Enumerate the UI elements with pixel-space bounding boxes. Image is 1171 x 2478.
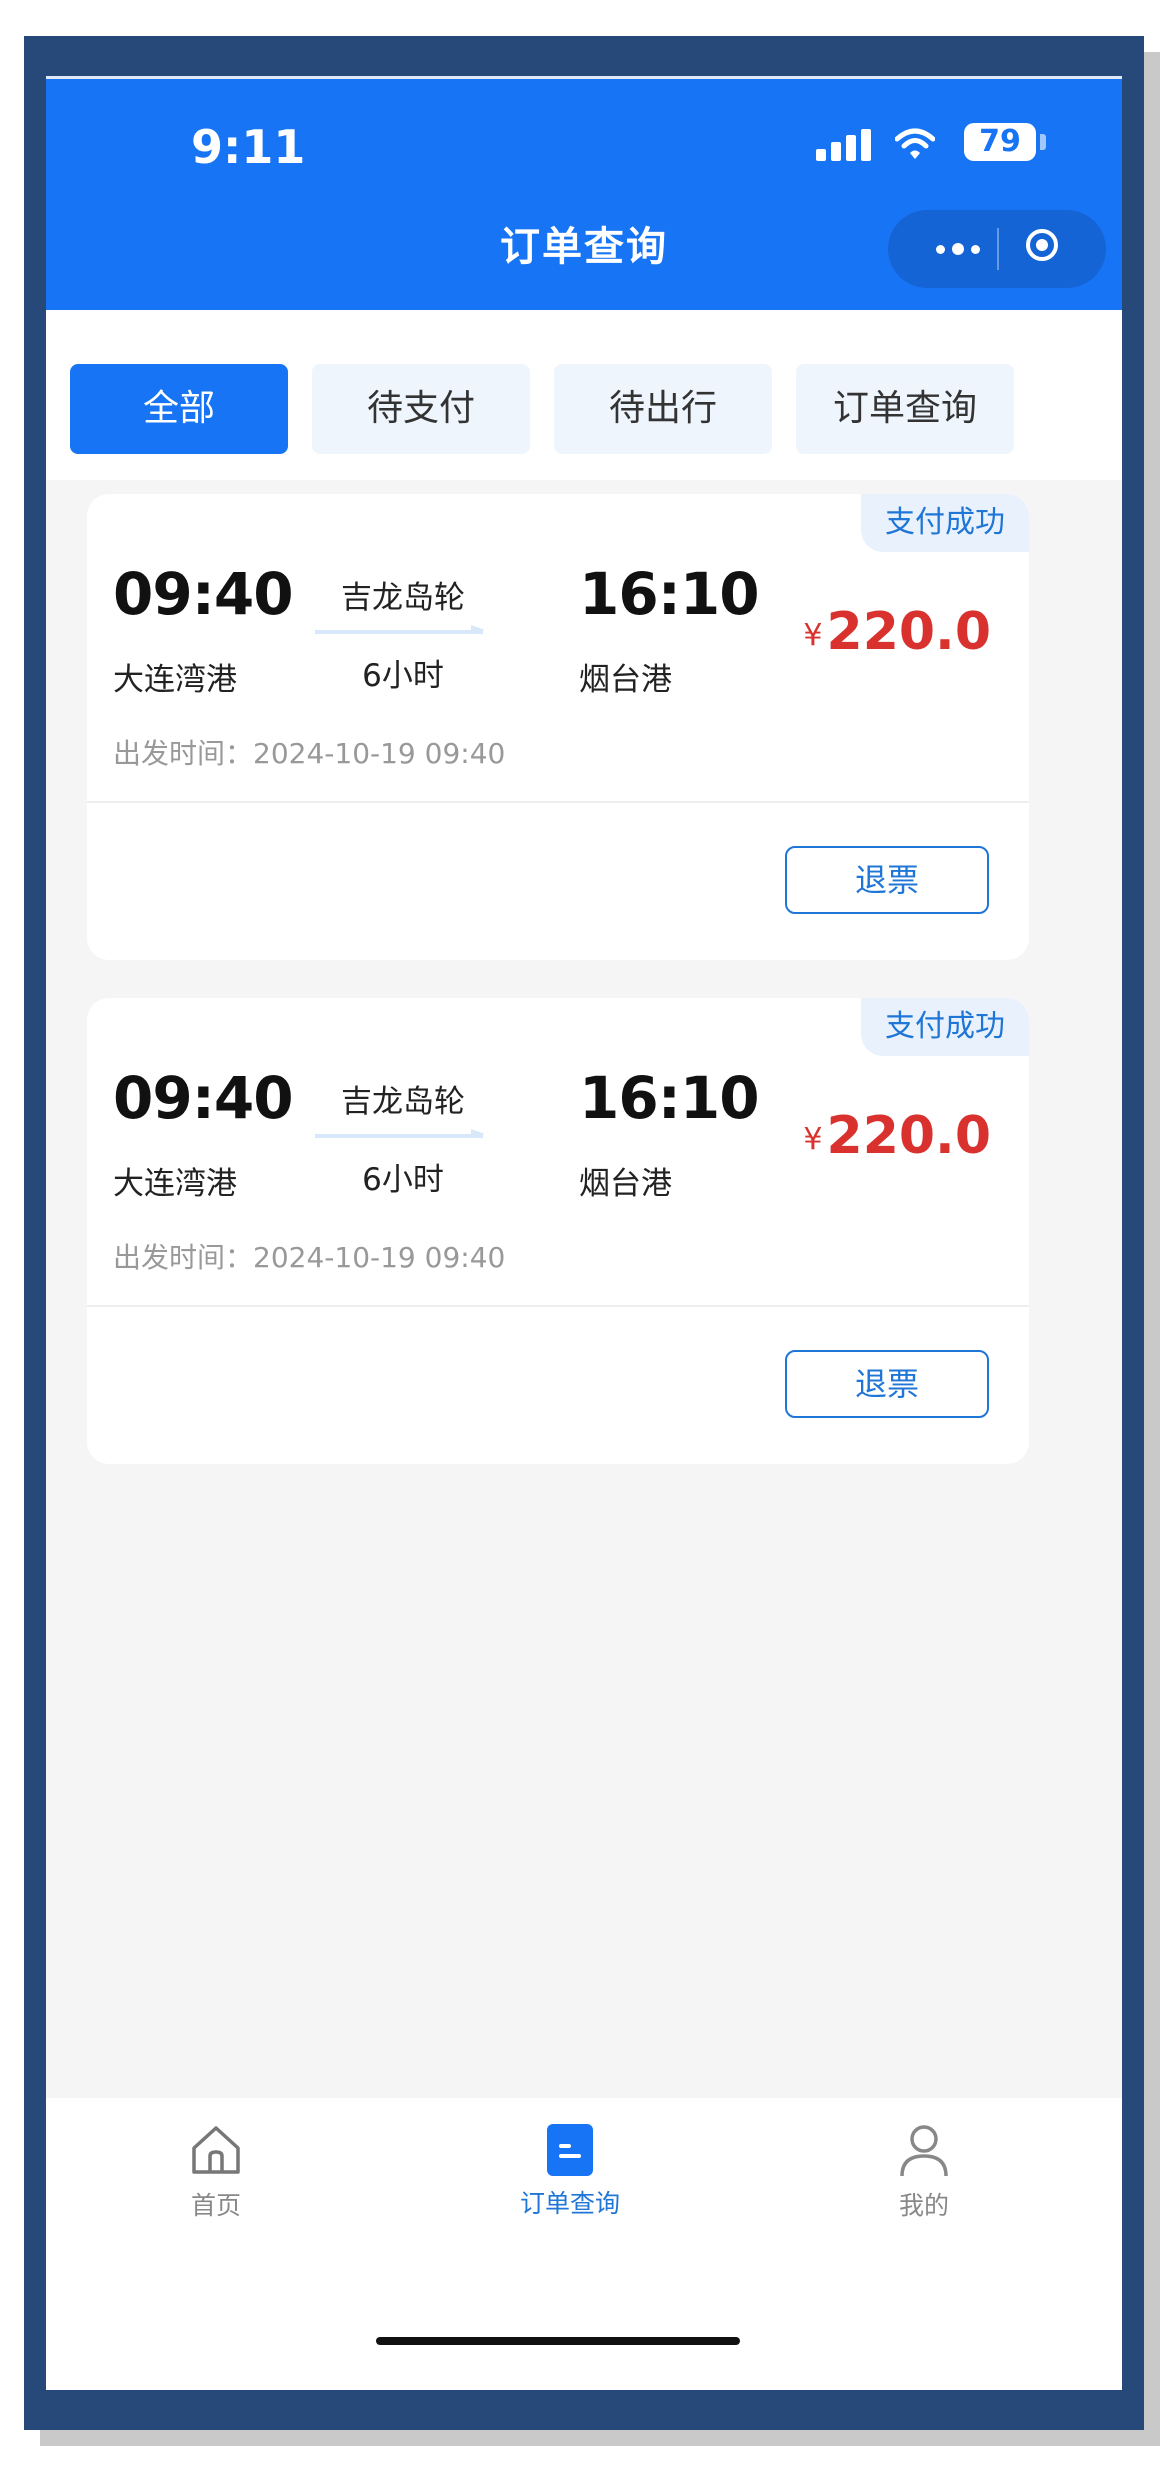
close-miniprogram-icon[interactable] (1026, 229, 1058, 261)
tab-pending-payment[interactable]: 待支付 (312, 364, 530, 454)
depart-datetime-row: 出发时间：2024-10-19 09:40 (113, 1236, 505, 1276)
signal-icon (816, 129, 872, 161)
depart-datetime: 2024-10-19 09:40 (253, 737, 506, 770)
tab-all[interactable]: 全部 (70, 364, 288, 454)
tab-order-search[interactable]: 订单查询 (796, 364, 1014, 454)
arrive-time: 16:10 (579, 560, 760, 628)
top-edge (46, 76, 1122, 79)
arrive-port: 烟台港 (579, 662, 672, 698)
order-price: ¥220.0 (803, 1106, 991, 1166)
order-price: ¥220.0 (803, 602, 991, 662)
card-divider (87, 1305, 1029, 1307)
ship-name: 吉龙岛轮 (341, 1084, 465, 1120)
order-card[interactable]: 支付成功 09:40 大连湾港 吉龙岛轮 6小时 16:10 烟台港 ¥220.… (87, 998, 1029, 1464)
currency-symbol: ¥ (803, 1122, 823, 1157)
depart-port: 大连湾港 (113, 1166, 237, 1202)
nav-profile[interactable]: 我的 (824, 2122, 1024, 2222)
filter-tabs: 全部 待支付 待出行 订单查询 (46, 310, 1122, 480)
depart-datetime: 2024-10-19 09:40 (253, 1241, 506, 1274)
nav-orders[interactable]: 订单查询 (470, 2122, 670, 2220)
bottom-nav: 首页 订单查询 我的 (46, 2098, 1122, 2390)
nav-home[interactable]: 首页 (116, 2122, 316, 2222)
refund-button[interactable]: 退票 (785, 846, 989, 914)
trip-duration: 6小时 (362, 658, 444, 694)
capsule-divider (997, 228, 999, 270)
depart-time: 09:40 (113, 560, 294, 628)
status-badge: 支付成功 (861, 998, 1029, 1056)
trip-duration: 6小时 (362, 1162, 444, 1198)
wifi-icon (895, 128, 935, 159)
arrive-port: 烟台港 (579, 1166, 672, 1202)
depart-datetime-row: 出发时间：2024-10-19 09:40 (113, 732, 505, 772)
depart-label: 出发时间： (113, 737, 254, 770)
order-icon (547, 2124, 593, 2176)
more-icon[interactable] (918, 210, 998, 288)
nav-orders-label: 订单查询 (519, 2189, 620, 2218)
price-value: 220.0 (826, 1106, 991, 1166)
battery-icon: 79 (964, 123, 1036, 161)
home-indicator (376, 2337, 740, 2345)
order-card[interactable]: 支付成功 09:40 大连湾港 吉龙岛轮 6小时 16:10 烟台港 ¥220.… (87, 494, 1029, 960)
status-time: 9:11 (191, 120, 306, 174)
depart-label: 出发时间： (113, 1241, 254, 1274)
app-header: 9:11 79 订单查询 (46, 76, 1122, 310)
home-icon (192, 2126, 240, 2174)
route-arrow-icon (315, 1129, 485, 1138)
depart-time: 09:40 (113, 1064, 294, 1132)
card-divider (87, 801, 1029, 803)
battery-cap (1040, 134, 1046, 150)
refund-button[interactable]: 退票 (785, 1350, 989, 1418)
ship-name: 吉龙岛轮 (341, 580, 465, 616)
arrive-time: 16:10 (579, 1064, 760, 1132)
tab-pending-travel[interactable]: 待出行 (554, 364, 772, 454)
depart-port: 大连湾港 (113, 662, 237, 698)
status-badge: 支付成功 (861, 494, 1029, 552)
price-value: 220.0 (826, 602, 991, 662)
nav-profile-label: 我的 (898, 2191, 949, 2220)
nav-home-label: 首页 (190, 2191, 241, 2220)
route-arrow-icon (315, 625, 485, 634)
profile-icon (900, 2125, 948, 2177)
currency-symbol: ¥ (803, 618, 823, 653)
phone-screen: 9:11 79 订单查询 全部 待支付 待出行 订单查询 支付成功 09:40 … (46, 76, 1122, 2390)
